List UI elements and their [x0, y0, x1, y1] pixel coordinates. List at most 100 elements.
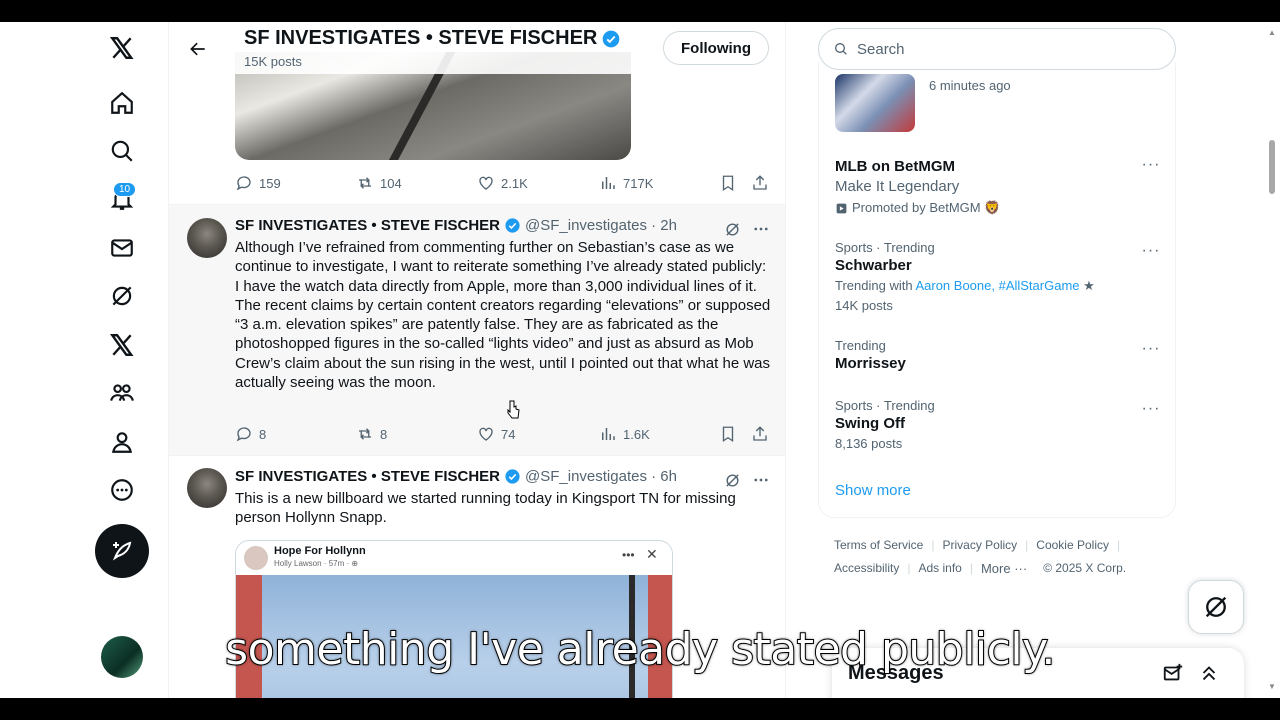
- reply-count: 8: [259, 426, 267, 442]
- share-icon: [753, 175, 767, 190]
- copyright: © 2025 X Corp.: [1043, 561, 1127, 575]
- news-thumbnail[interactable]: [835, 74, 915, 132]
- trends-panel: 6 minutes ago MLB on BetMGM Make It Lege…: [818, 62, 1176, 518]
- tweet[interactable]: SF INVESTIGATES • STEVE FISCHER @SF_inve…: [169, 205, 785, 455]
- bookmark-button[interactable]: [719, 425, 737, 443]
- repost-icon: [359, 177, 371, 189]
- embedded-title: Hope For Hollynn: [274, 545, 366, 557]
- promo-title: MLB on BetMGM: [835, 158, 955, 175]
- home-icon[interactable]: [98, 79, 146, 127]
- trend-more-icon[interactable]: ···: [1139, 242, 1163, 260]
- grok-icon[interactable]: [98, 272, 146, 320]
- reply-icon: [236, 176, 251, 191]
- explore-search-icon[interactable]: [98, 127, 146, 175]
- terms-link[interactable]: Terms of Service: [834, 538, 923, 552]
- messages-envelope-icon[interactable]: [98, 224, 146, 272]
- grok-icon: [1205, 596, 1227, 618]
- grok-explain-icon[interactable]: [721, 470, 743, 490]
- show-more-link[interactable]: Show more: [835, 482, 911, 499]
- reply-button[interactable]: 159: [235, 174, 281, 192]
- repost-button[interactable]: 8: [356, 425, 387, 443]
- like-button[interactable]: 2.1K: [477, 174, 528, 192]
- scroll-up-arrow-icon[interactable]: ▲: [1268, 28, 1276, 37]
- promoted-trend[interactable]: MLB on BetMGM Make It Legendary Promoted…: [835, 156, 1165, 216]
- trend-more-icon[interactable]: ···: [1139, 156, 1163, 174]
- scroll-down-arrow-icon[interactable]: ▼: [1268, 682, 1276, 691]
- views-button[interactable]: 1.6K: [599, 425, 650, 443]
- author-handle-time[interactable]: @SF_investigates · 2h: [525, 217, 677, 234]
- tweet-header: SF INVESTIGATES • STEVE FISCHER @SF_inve…: [235, 468, 677, 485]
- share-button[interactable]: [751, 174, 769, 192]
- compose-post-button[interactable]: [95, 524, 149, 578]
- right-sidebar: Search 6 minutes ago MLB on BetMGM Make …: [800, 22, 1200, 698]
- trend-meta: Sports · Trending: [835, 240, 935, 255]
- accessibility-link[interactable]: Accessibility: [834, 561, 899, 576]
- promoted-label: Promoted by BetMGM 🦁: [835, 200, 1165, 216]
- promo-subtitle: Make It Legendary: [835, 178, 960, 195]
- trend-with: Trending with Aaron Boone, #AllStarGame …: [835, 278, 1165, 294]
- left-nav: 10: [0, 22, 170, 698]
- author-handle-time[interactable]: @SF_investigates · 6h: [525, 468, 677, 485]
- grok-explain-icon[interactable]: [721, 219, 743, 239]
- author-avatar[interactable]: [187, 468, 227, 508]
- heart-icon: [479, 176, 493, 190]
- share-icon: [753, 426, 767, 441]
- repost-count: 104: [380, 175, 402, 191]
- star-emoji-icon: ★: [1083, 278, 1095, 293]
- trend-item[interactable]: Sports · Trending Schwarber Trending wit…: [835, 240, 1165, 313]
- ads-info-link[interactable]: Ads info: [918, 561, 961, 576]
- privacy-link[interactable]: Privacy Policy: [942, 538, 1017, 552]
- trend-meta: Trending: [835, 338, 886, 353]
- more-link[interactable]: More ···: [981, 561, 1027, 576]
- profile-icon[interactable]: [98, 418, 146, 466]
- bookmark-button[interactable]: [719, 174, 737, 192]
- more-circle-icon[interactable]: [98, 466, 146, 514]
- trend-item[interactable]: Sports · Trending Swing Off 8,136 posts: [835, 398, 1165, 451]
- scrollbar-thumb[interactable]: [1269, 140, 1275, 194]
- tweet-text: This is a new billboard we started runni…: [235, 490, 736, 527]
- premium-x-icon[interactable]: [98, 321, 146, 369]
- views-count: 1.6K: [623, 426, 650, 442]
- author-name[interactable]: SF INVESTIGATES • STEVE FISCHER: [235, 468, 500, 485]
- feather-plus-icon: [112, 541, 132, 561]
- more-options-icon[interactable]: [749, 470, 773, 490]
- reply-count: 159: [259, 175, 281, 191]
- search-input[interactable]: Search: [818, 28, 1176, 70]
- author-avatar[interactable]: [187, 218, 227, 258]
- heart-icon: [479, 427, 493, 441]
- trend-title: Swing Off: [835, 415, 905, 432]
- x-logo-icon[interactable]: [98, 24, 146, 72]
- communities-icon[interactable]: [98, 369, 146, 417]
- reply-button[interactable]: 8: [235, 425, 266, 443]
- embedded-subtitle: Holly Lawson · 57m · ⊕: [274, 559, 359, 568]
- tweet-header: SF INVESTIGATES • STEVE FISCHER @SF_inve…: [235, 217, 677, 234]
- trend-item[interactable]: Trending Morrissey: [835, 338, 1165, 372]
- more-options-icon[interactable]: [749, 219, 773, 239]
- trend-count: 8,136 posts: [835, 436, 903, 451]
- notification-count-badge: 10: [113, 182, 137, 197]
- search-placeholder: Search: [857, 40, 905, 58]
- trend-more-icon[interactable]: ···: [1139, 400, 1163, 418]
- share-button[interactable]: [751, 425, 769, 443]
- back-arrow-icon[interactable]: [183, 34, 213, 64]
- post-count: 15K posts: [244, 54, 302, 69]
- repost-button[interactable]: 104: [356, 174, 402, 192]
- profile-name-text: SF INVESTIGATES • STEVE FISCHER: [244, 27, 598, 49]
- news-time: 6 minutes ago: [929, 78, 1011, 93]
- trend-with-links[interactable]: Aaron Boone, #AllStarGame: [915, 278, 1079, 293]
- like-button[interactable]: 74: [477, 425, 515, 443]
- cookie-link[interactable]: Cookie Policy: [1036, 538, 1109, 552]
- trend-meta: Sports · Trending: [835, 398, 935, 413]
- tweet-actions: 159 104 2.1K 717K: [235, 174, 769, 196]
- trend-more-icon[interactable]: ···: [1139, 340, 1163, 358]
- profile-header: SF INVESTIGATES • STEVE FISCHER 15K post…: [169, 22, 785, 74]
- video-subtitle: something I've already stated publicly.: [224, 623, 1056, 676]
- author-name[interactable]: SF INVESTIGATES • STEVE FISCHER: [235, 217, 500, 234]
- profile-name: SF INVESTIGATES • STEVE FISCHER: [244, 27, 621, 50]
- embedded-avatar: [244, 546, 268, 570]
- repost-icon: [359, 428, 371, 440]
- views-button[interactable]: 717K: [599, 174, 653, 192]
- scrollbar[interactable]: ▲ ▼: [1264, 22, 1280, 698]
- following-button[interactable]: Following: [663, 31, 769, 65]
- app-window: 10 SF INVESTIGATES • STEVE FISCHER 15K p…: [0, 22, 1280, 698]
